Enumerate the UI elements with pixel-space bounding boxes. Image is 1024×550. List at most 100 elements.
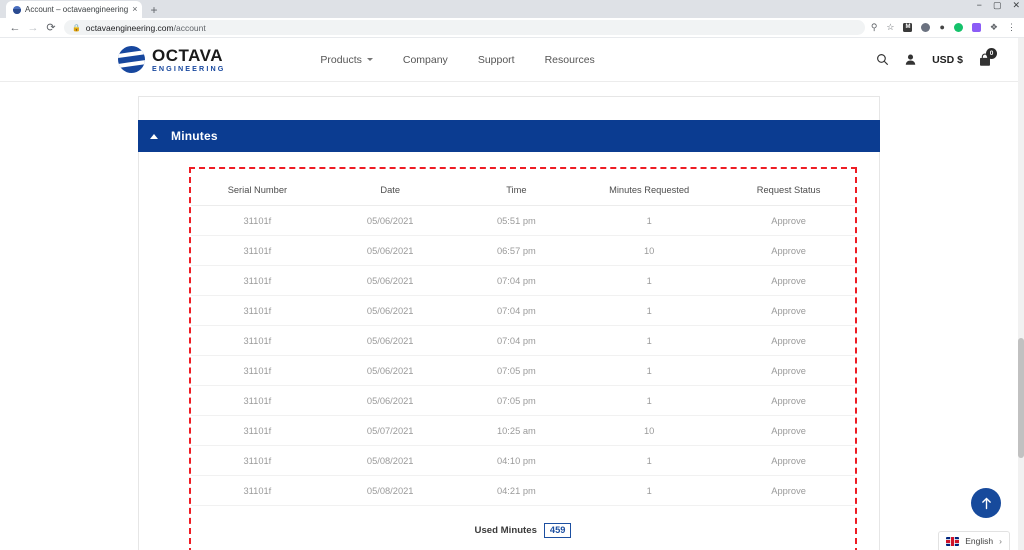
page-scrollbar[interactable] xyxy=(1018,38,1024,550)
cell-date: 05/06/2021 xyxy=(323,265,457,296)
page-viewport: OCTAVA ENGINEERING Products Company Supp… xyxy=(0,38,1018,550)
puzzle-extensions-icon[interactable]: ❖ xyxy=(990,23,998,32)
tab-close-icon[interactable]: × xyxy=(132,5,137,14)
globe-extension-icon[interactable] xyxy=(921,23,931,32)
close-window-button[interactable]: ✕ xyxy=(1012,1,1020,10)
cell-request-status[interactable]: Approve xyxy=(722,355,855,386)
tab-favicon-icon xyxy=(13,5,21,14)
address-bar[interactable]: 🔒 octavaengineering.com/account xyxy=(64,20,865,35)
cell-request-status[interactable]: Approve xyxy=(722,295,855,326)
cell-request-status[interactable]: Approve xyxy=(722,205,855,236)
cell-minutes-requested: 1 xyxy=(576,325,723,356)
chevron-down-icon xyxy=(366,58,373,61)
cell-request-status[interactable]: Approve xyxy=(722,415,855,446)
cell-serial-number: 31101f xyxy=(191,295,324,326)
panel-title: Minutes xyxy=(171,129,218,143)
logo-text: OCTAVA ENGINEERING xyxy=(152,47,225,72)
person-icon[interactable] xyxy=(904,53,917,66)
cart-count-badge: 0 xyxy=(986,47,997,59)
key-icon[interactable]: ⚲ xyxy=(871,23,878,32)
cell-request-status[interactable]: Approve xyxy=(722,325,855,356)
language-switcher[interactable]: English › xyxy=(938,531,1010,550)
cell-request-status[interactable]: Approve xyxy=(722,265,855,296)
cell-minutes-requested: 1 xyxy=(576,265,723,296)
grammar-extension-icon[interactable] xyxy=(953,23,963,32)
arrow-up-icon xyxy=(981,497,991,509)
cell-date: 05/07/2021 xyxy=(323,415,457,446)
cell-date: 05/06/2021 xyxy=(323,235,457,266)
minutes-panel-header[interactable]: Minutes xyxy=(138,120,880,152)
minutes-highlight-region: Serial Number Date Time Minutes Requeste… xyxy=(189,167,857,550)
cell-date: 05/08/2021 xyxy=(323,475,457,506)
forward-button[interactable]: → xyxy=(24,19,42,37)
cell-serial-number: 31101f xyxy=(191,445,324,476)
column-header-serial-number: Serial Number xyxy=(191,177,324,206)
minutes-table: Serial Number Date Time Minutes Requeste… xyxy=(191,177,855,506)
cell-serial-number: 31101f xyxy=(191,325,324,356)
nav-item-company[interactable]: Company xyxy=(403,54,448,66)
nav-item-support[interactable]: Support xyxy=(478,54,515,66)
browser-tab[interactable]: Account – octavaengineering × xyxy=(6,1,143,18)
chrome-menu-icon[interactable]: ⋮ xyxy=(1007,23,1016,32)
cell-time: 07:04 pm xyxy=(456,325,577,356)
cell-date: 05/06/2021 xyxy=(323,295,457,326)
table-row: 31101f 05/08/2021 04:10 pm 1 Approve xyxy=(191,445,855,476)
language-label: English xyxy=(965,536,994,546)
lock-extension-icon[interactable] xyxy=(971,23,981,32)
logo-subtitle: ENGINEERING xyxy=(152,63,226,73)
table-row: 31101f 05/08/2021 04:21 pm 1 Approve xyxy=(191,475,855,506)
table-row: 31101f 05/06/2021 07:04 pm 1 Approve xyxy=(191,265,855,296)
table-row: 31101f 05/07/2021 10:25 am 10 Approve xyxy=(191,415,855,446)
currency-selector[interactable]: USD $ xyxy=(932,54,963,66)
octava-logo-icon xyxy=(118,46,145,73)
chevron-up-icon[interactable] xyxy=(150,133,158,139)
nav-item-resources[interactable]: Resources xyxy=(545,54,595,66)
nav-item-products[interactable]: Products xyxy=(320,54,373,66)
cell-minutes-requested: 1 xyxy=(576,475,723,506)
search-icon[interactable] xyxy=(876,53,889,66)
back-button[interactable]: ← xyxy=(6,19,24,37)
reload-button[interactable]: ⟳ xyxy=(42,19,60,37)
tab-title: Account – octavaengineering xyxy=(25,5,129,14)
cell-minutes-requested: 10 xyxy=(576,415,723,446)
cell-date: 05/06/2021 xyxy=(323,355,457,386)
chevron-right-icon: › xyxy=(999,536,1002,546)
table-row: 31101f 05/06/2021 05:51 pm 1 Approve xyxy=(191,205,855,236)
table-header-row: Serial Number Date Time Minutes Requeste… xyxy=(191,177,855,206)
cell-request-status[interactable]: Approve xyxy=(722,445,855,476)
content-area: Minutes Serial Number Date Time Minutes … xyxy=(0,82,1018,550)
cart-button[interactable]: 0 xyxy=(978,47,997,67)
cell-minutes-requested: 1 xyxy=(576,385,723,416)
cell-request-status[interactable]: Approve xyxy=(722,475,855,506)
cell-time: 07:05 pm xyxy=(456,355,577,386)
used-minutes-label: Used Minutes xyxy=(474,525,537,537)
cell-date: 05/06/2021 xyxy=(323,325,457,356)
new-tab-button[interactable]: + xyxy=(150,4,157,18)
pin-extension-icon[interactable]: ● xyxy=(939,23,944,32)
scroll-to-top-button[interactable] xyxy=(971,488,1001,518)
maximize-button[interactable]: ▢ xyxy=(993,1,1002,10)
cell-time: 04:10 pm xyxy=(456,445,577,476)
cell-request-status[interactable]: Approve xyxy=(722,235,855,266)
extension-m-icon[interactable]: M xyxy=(903,23,913,32)
address-bar-url: octavaengineering.com/account xyxy=(86,23,206,33)
used-minutes-row: Used Minutes 459 xyxy=(191,506,855,539)
cell-serial-number: 31101f xyxy=(191,385,324,416)
card-top-divider xyxy=(139,96,879,108)
cell-date: 05/08/2021 xyxy=(323,445,457,476)
site-logo[interactable]: OCTAVA ENGINEERING xyxy=(118,46,225,73)
window-controls: − ▢ ✕ xyxy=(977,1,1020,10)
table-head: Serial Number Date Time Minutes Requeste… xyxy=(191,177,855,206)
cell-serial-number: 31101f xyxy=(191,355,324,386)
table-row: 31101f 05/06/2021 07:05 pm 1 Approve xyxy=(191,385,855,416)
cell-serial-number: 31101f xyxy=(191,205,324,236)
table-row: 31101f 05/06/2021 06:57 pm 10 Approve xyxy=(191,235,855,266)
bookmark-star-icon[interactable]: ☆ xyxy=(886,23,894,32)
minimize-button[interactable]: − xyxy=(977,1,982,10)
table-row: 31101f 05/06/2021 07:05 pm 1 Approve xyxy=(191,355,855,386)
scrollbar-thumb[interactable] xyxy=(1018,338,1024,458)
uk-flag-icon xyxy=(946,536,960,546)
site-header: OCTAVA ENGINEERING Products Company Supp… xyxy=(0,38,1018,82)
cell-time: 06:57 pm xyxy=(456,235,577,266)
cell-request-status[interactable]: Approve xyxy=(722,385,855,416)
